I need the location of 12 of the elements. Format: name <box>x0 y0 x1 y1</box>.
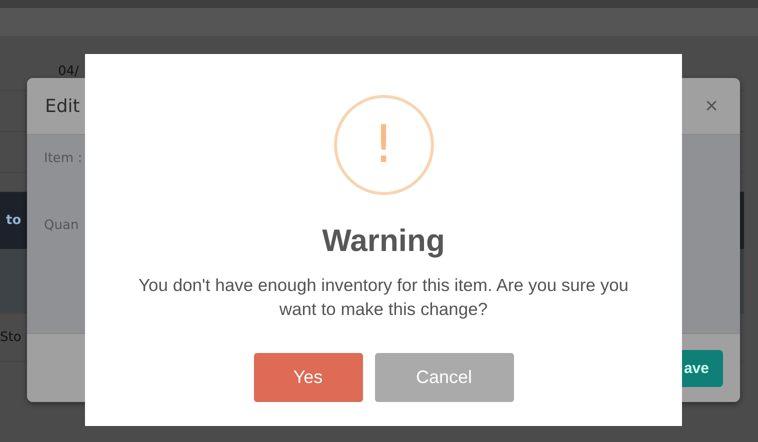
close-button[interactable]: × <box>705 93 718 119</box>
field-label: Quan <box>44 218 80 233</box>
field-label: Item : <box>44 151 84 166</box>
row-text: Sto <box>0 330 22 345</box>
banner-text: to <box>6 213 22 228</box>
cancel-button[interactable]: Cancel <box>374 353 514 402</box>
table-cell: 04/ <box>58 64 79 79</box>
dialog-title: Warning <box>322 223 445 259</box>
yes-button[interactable]: Yes <box>254 353 362 402</box>
modal-title: Edit <box>45 96 80 116</box>
dialog-message: You don't have enough inventory for this item. Are you sure you want to make this change? <box>137 274 630 321</box>
warning-icon: ! <box>334 95 434 195</box>
